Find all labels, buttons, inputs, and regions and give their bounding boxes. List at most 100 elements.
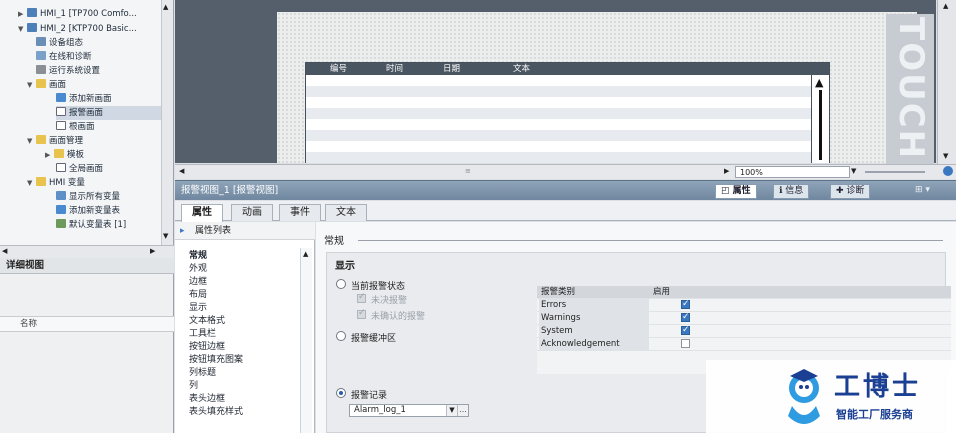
property-item-border[interactable]: 边框 [189,276,207,289]
checkbox-enable-errors[interactable] [681,298,690,310]
checkbox-enable-acknowledgement[interactable] [681,339,690,348]
folder-icon [54,149,64,158]
collapse-arrow-icon[interactable]: ▼ [27,78,36,92]
device-brand-text: TOUCH [886,14,934,164]
property-item-toolbar[interactable]: 工具栏 [189,328,216,341]
table-row[interactable]: Warnings [537,311,951,325]
radio-alarm-log[interactable] [336,388,346,398]
inspector-header: 报警视图_1 [报警视图] ◰ 属性 ℹ 信息 ✚ 诊断 ⊞ ▾ [175,180,956,200]
alarm-class-name: System [539,325,649,337]
tree-item-hmi-tags[interactable]: ▼ HMI 变量 [27,176,85,190]
tree-item-global-screen[interactable]: 全局画面 [56,162,103,176]
tree-item-online-diag[interactable]: 在线和诊断 [36,50,92,64]
tree-item-add-screen[interactable]: 添加新画面 [56,92,112,106]
tab-events[interactable]: 事件 [279,204,321,221]
tree-item-runtime-settings[interactable]: 运行系统设置 [36,64,100,78]
property-item-text-format[interactable]: 文本格式 [189,315,225,328]
alarm-col-date: 日期 [443,64,461,74]
tree-item-hmi1[interactable]: ▶ HMI_1 [TP700 Comfo... [18,7,137,21]
property-item-button-fill[interactable]: 按钮填充图案 [189,354,243,367]
tree-item-add-tag-table[interactable]: 添加新变量表 [56,204,120,218]
expand-arrow-icon[interactable]: ▶ [18,7,27,21]
tab-info[interactable]: ℹ 信息 [773,184,810,199]
property-item-columns[interactable]: 列 [189,380,198,393]
scroll-up-icon[interactable]: ▲ [163,3,168,11]
alarm-row [306,152,811,163]
checkbox-enable-system[interactable] [681,324,690,336]
checkbox-pending-alarms[interactable] [357,292,366,303]
tree-vertical-scrollbar[interactable]: ▲ ▼ [161,0,173,245]
scroll-up-icon[interactable]: ▲ [943,2,948,10]
property-item-button-border[interactable]: 按钮边框 [189,341,225,354]
alarm-col-text: 文本 [513,64,531,74]
tree-item-device-config[interactable]: 设备组态 [36,36,83,50]
tree-item-screen-management[interactable]: ▼ 画面管理 [27,134,83,148]
editor-vertical-scrollbar[interactable]: ▲ ▼ [937,0,956,170]
property-list-scrollbar[interactable]: ▲ [300,248,312,433]
scroll-up-icon[interactable]: ▲ [815,76,823,89]
tab-diagnostics[interactable]: ✚ 诊断 [830,184,871,199]
table-row[interactable]: System [537,324,951,338]
tree-item-hmi2[interactable]: ▼ HMI_2 [KTP700 Basic... [18,22,137,36]
scroll-up-icon[interactable]: ▲ [303,250,308,258]
tab-animations[interactable]: 动画 [231,204,273,221]
alarm-view-header: 编号 时间 日期 文本 [306,63,829,75]
col-enabled: 启用 [653,287,671,297]
table-row[interactable]: Errors [537,298,951,312]
alarm-log-selector[interactable]: Alarm_log_1 ▼ … [349,404,469,417]
property-item-header-border[interactable]: 表头边框 [189,393,225,406]
scroll-down-icon[interactable]: ▼ [943,152,948,160]
tree-item-root-screen[interactable]: 根画面 [56,120,95,134]
add-screen-icon [56,93,66,102]
dropdown-icon[interactable]: ▼ [446,405,457,416]
property-item-general[interactable]: 常规 [189,250,207,263]
zoom-level-field[interactable]: 100% [735,166,850,178]
property-item-header-fill[interactable]: 表头填充样式 [189,406,243,419]
zoom-dropdown-icon[interactable]: ▼ [851,167,856,175]
fit-zoom-icon[interactable] [943,166,953,176]
scroll-right-icon[interactable]: ▶ [150,247,155,255]
radio-current-alarm-state[interactable] [336,279,346,289]
display-section-title: 显示 [335,261,355,272]
expand-arrow-icon[interactable]: ▶ [45,148,54,162]
alarm-row [306,97,811,108]
checkbox-enable-warnings[interactable] [681,311,690,323]
tab-texts[interactable]: 文本 [325,204,367,221]
radio-alarm-buffer[interactable] [336,331,346,341]
tab-attributes[interactable]: 属性 [181,204,223,222]
property-item-appearance[interactable]: 外观 [189,263,207,276]
collapse-arrow-icon[interactable]: ▼ [27,134,36,148]
tree-horizontal-scrollbar[interactable]: ◀ ▶ [0,245,174,258]
tree-item-templates[interactable]: ▶ 模板 [45,148,84,162]
scroll-grip-icon[interactable]: ≡ [465,167,471,175]
scroll-left-icon[interactable]: ◀ [179,167,184,175]
scroll-down-icon[interactable]: ▼ [163,232,168,240]
detail-column-header[interactable]: 名称 [0,316,174,332]
scroll-left-icon[interactable]: ◀ [2,247,7,255]
property-item-column-title[interactable]: 列标题 [189,367,216,380]
zoom-slider[interactable] [865,171,925,173]
table-row[interactable]: Acknowledgement [537,338,951,351]
alarm-view-scrollbar[interactable]: ▲ [811,75,829,163]
tree-item-screens[interactable]: ▼ 画面 [27,78,66,92]
alarm-row [306,108,811,119]
alarm-view-control[interactable]: 编号 时间 日期 文本 ▲ [305,62,830,163]
checkbox-unacknowledged-alarms[interactable] [357,308,366,319]
label-alarm-buffer: 报警缓冲区 [351,334,397,344]
mascot-icon [788,369,820,424]
collapse-arrow-icon[interactable]: ▼ [27,176,36,190]
property-item-display[interactable]: 显示 [189,302,207,315]
collapse-arrow-icon[interactable]: ▼ [18,22,27,36]
inspector-title: 报警视图_1 [报警视图] [181,185,279,196]
panel-options-icon[interactable]: ⊞ ▾ [915,185,930,195]
tree-item-show-all-tags[interactable]: 显示所有变量 [56,190,120,204]
detail-view-header[interactable]: 详细视图 [0,258,174,274]
tree-item-default-tag-table[interactable]: 默认变量表 [1] [56,218,126,232]
tab-properties[interactable]: ◰ 属性 [715,184,757,199]
diagnostics-icon: ✚ [836,186,847,196]
tree-item-alarm-screen[interactable]: 报警画面 [56,106,166,120]
scroll-right-icon[interactable]: ▶ [724,167,729,175]
browse-icon[interactable]: … [457,405,468,416]
property-item-layout[interactable]: 布局 [189,289,207,302]
brand-logo: 工博士 智能工厂服务商 [706,360,956,433]
